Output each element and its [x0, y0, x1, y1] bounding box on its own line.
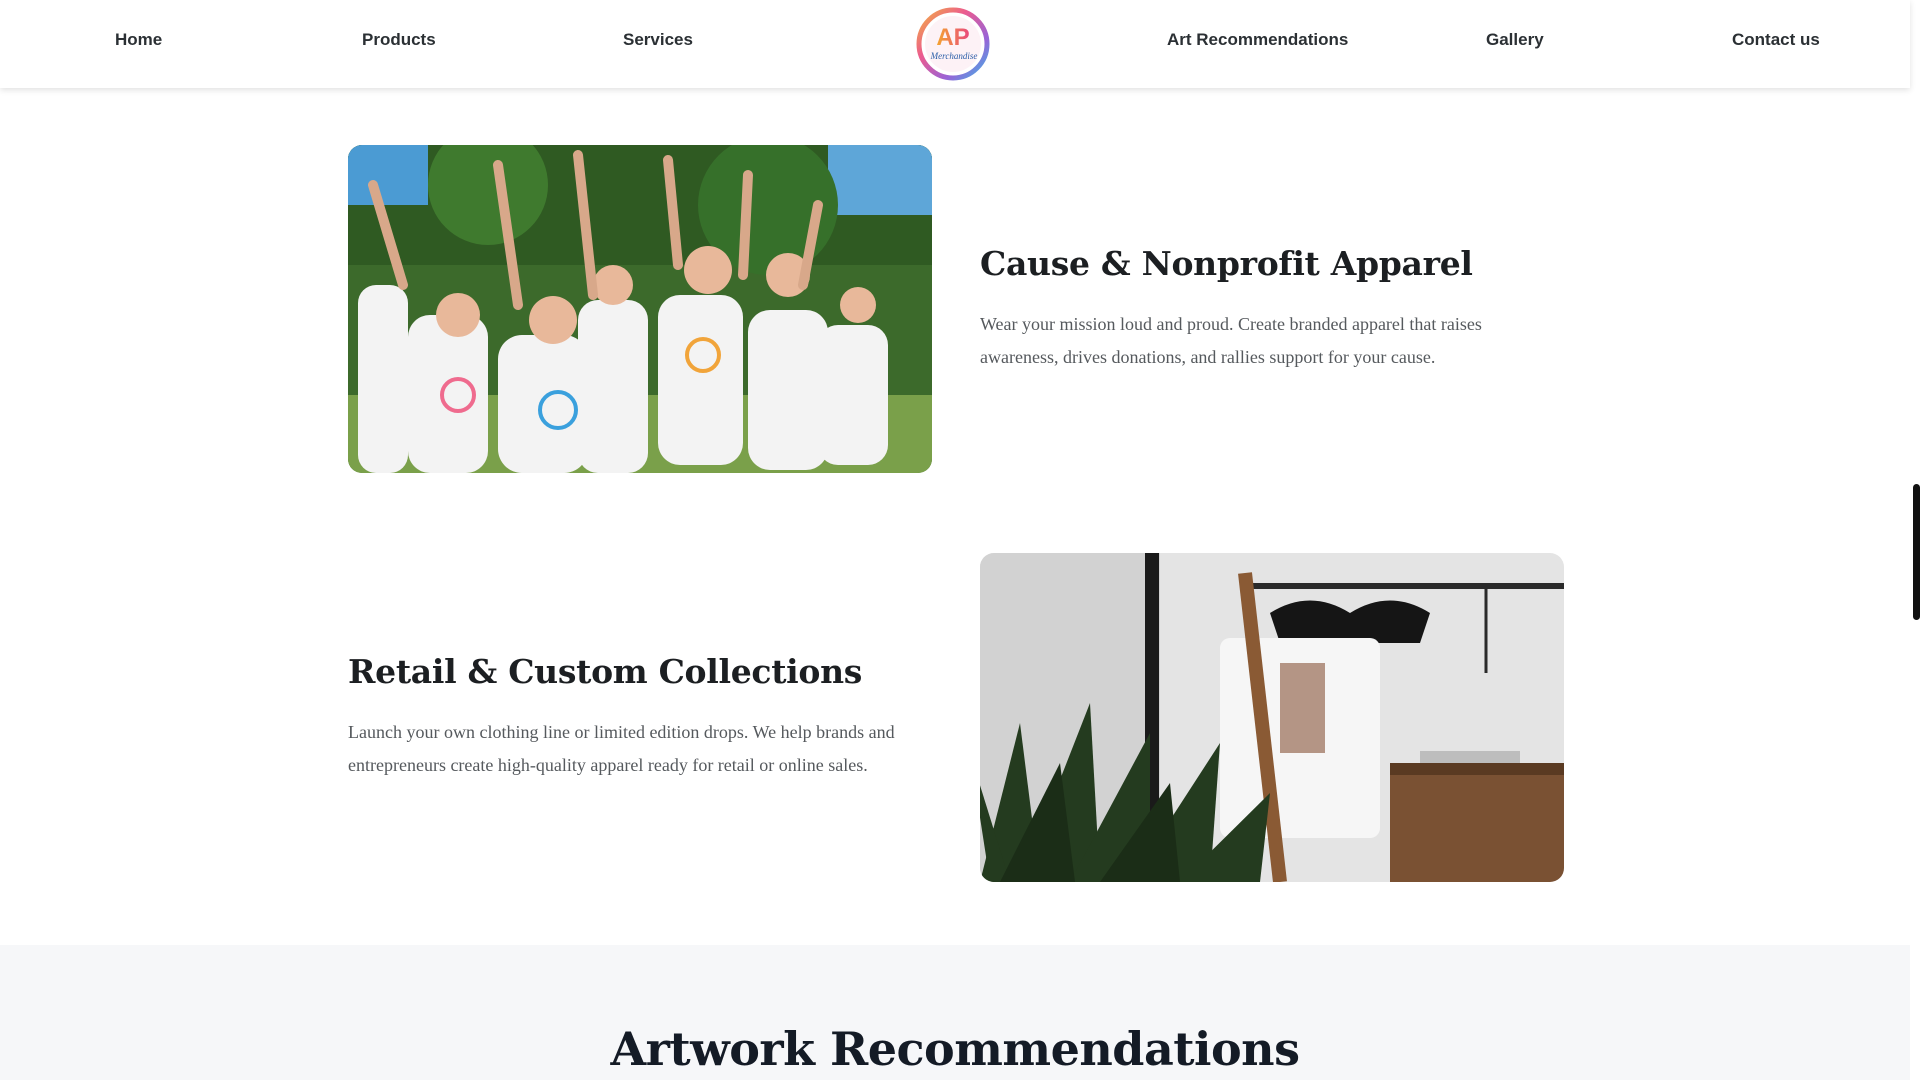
artwork-heading: Artwork Recommendations: [610, 1022, 1300, 1076]
feature-title-retail: Retail & Custom Collections: [348, 652, 863, 691]
scrollbar-thumb[interactable]: [1913, 484, 1920, 620]
top-navbar: Home Products Services AP Merchandise Ar…: [0, 0, 1910, 88]
feature-image-nonprofit: [348, 145, 932, 473]
feature-image-retail: [980, 553, 1564, 882]
feature-desc-nonprofit: Wear your mission loud and proud. Create…: [980, 314, 1482, 367]
nav-contact-us[interactable]: Contact us: [1732, 30, 1820, 50]
nav-art-recommendations[interactable]: Art Recommendations: [1167, 30, 1348, 50]
nav-products[interactable]: Products: [362, 30, 436, 50]
nav-gallery[interactable]: Gallery: [1486, 30, 1544, 50]
logo-mark: AP: [936, 24, 969, 51]
feature-title-nonprofit: Cause & Nonprofit Apparel: [980, 244, 1473, 283]
nav-services[interactable]: Services: [623, 30, 693, 50]
logo-script: Merchandise: [930, 51, 978, 61]
nav-home[interactable]: Home: [115, 30, 162, 50]
feature-desc-retail: Launch your own clothing line or limited…: [348, 722, 895, 775]
brand-logo[interactable]: AP Merchandise: [914, 5, 992, 83]
